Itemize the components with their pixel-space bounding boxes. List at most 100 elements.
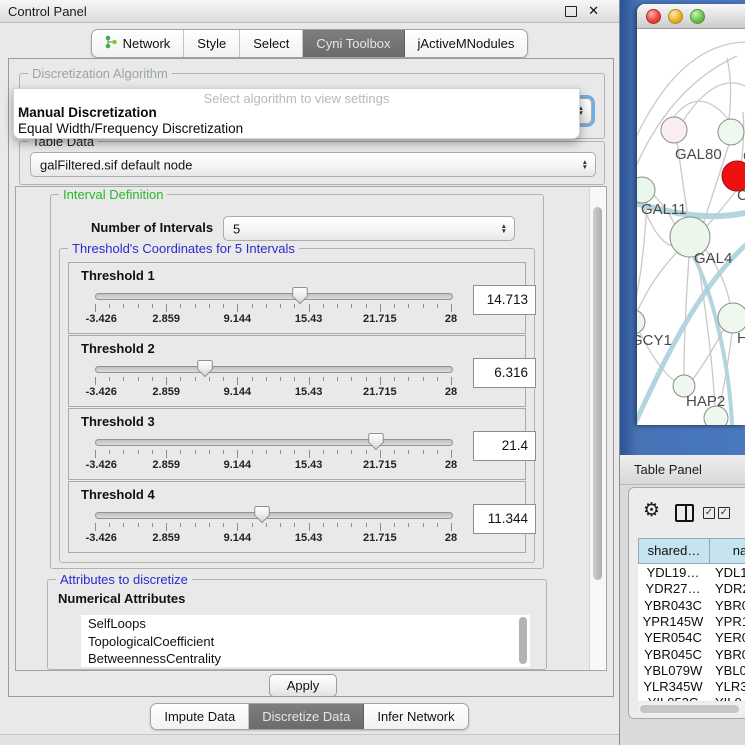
attribute-item-selfloops[interactable]: SelfLoops — [81, 615, 517, 633]
close-icon[interactable]: ✕ — [588, 3, 599, 19]
slider-thumb[interactable] — [197, 359, 213, 378]
checkbox-icon[interactable]: ✓ — [703, 507, 715, 519]
table-row[interactable]: YDR27…YDR2 — [638, 581, 745, 597]
table-row[interactable]: YBR045CYBR0 — [638, 647, 745, 663]
threshold-label: Threshold 3 — [81, 414, 155, 429]
tab-style[interactable]: Style — [184, 30, 240, 57]
tab-jactivemnodules[interactable]: jActiveMNodules — [405, 30, 528, 57]
float-window-icon[interactable] — [565, 6, 577, 17]
cell-shared-name: YBR043C — [638, 598, 708, 613]
network-edge[interactable] — [727, 58, 731, 119]
table-row[interactable]: YLR345WYLR3 — [638, 679, 745, 695]
threshold-value-field[interactable]: 6.316 — [473, 358, 536, 388]
major-tick — [237, 523, 238, 531]
network-node[interactable] — [637, 177, 655, 203]
table-horizontal-scrollbar[interactable] — [638, 703, 745, 714]
network-canvas[interactable]: GAL80GACGAL11GAL4GCY1HHAP2 — [637, 28, 745, 425]
slider-thumb[interactable] — [292, 286, 308, 305]
group-title-interval-definition: Interval Definition — [59, 187, 167, 202]
settings-scrollbar-thumb[interactable] — [593, 207, 602, 580]
minor-tick — [123, 304, 124, 308]
network-node[interactable] — [661, 117, 687, 143]
control-panel-titlebar: Control Panel ✕ — [0, 0, 619, 23]
minor-tick — [408, 450, 409, 454]
algorithm-hint-option[interactable]: Select algorithm to view settings — [14, 91, 579, 106]
tab-discretize-data[interactable]: Discretize Data — [249, 704, 364, 729]
table-row[interactable]: YDL19…YDL1 — [638, 565, 745, 581]
minor-tick — [138, 450, 139, 454]
algorithm-option-equal-width[interactable]: Equal Width/Frequency Discretization — [18, 121, 243, 136]
threshold-value-field[interactable]: 21.4 — [473, 431, 536, 461]
tab-label: Style — [197, 36, 226, 51]
table-row[interactable]: YPR145WYPR1 — [638, 614, 745, 630]
minor-tick — [394, 377, 395, 381]
network-node[interactable] — [637, 310, 645, 334]
scale-label: -3.426 — [86, 459, 117, 471]
slider-thumb[interactable] — [368, 432, 384, 451]
table-row[interactable]: YBL079WYBL0 — [638, 663, 745, 679]
attributes-scrollbar[interactable] — [517, 615, 530, 667]
table-panel-window: ⚙ ✓ ✓ shared…na YDL19…YDL1YDR27…YDR2YBR0… — [628, 487, 745, 719]
scale-label: 9.144 — [224, 386, 252, 398]
network-edge[interactable] — [674, 101, 729, 120]
network-node[interactable] — [718, 119, 744, 145]
interval-definition-group: Interval Definition Number of Intervals … — [50, 194, 544, 569]
scale-label: 9.144 — [224, 459, 252, 471]
gear-icon[interactable]: ⚙ — [643, 499, 660, 522]
apply-button[interactable]: Apply — [269, 674, 337, 697]
network-edge[interactable] — [707, 191, 736, 226]
close-traffic-light-icon[interactable] — [646, 9, 661, 24]
network-icon — [105, 35, 118, 52]
cell-shared-name: YBR045C — [638, 647, 708, 662]
threshold-value-field[interactable]: 14.713 — [473, 285, 536, 315]
number-of-intervals-select[interactable]: 5 ▲▼ — [223, 216, 515, 241]
table-row[interactable]: YIL052CYIL0 — [638, 695, 745, 701]
attributes-scrollbar-thumb[interactable] — [519, 617, 527, 664]
tab-cyni-toolbox[interactable]: Cyni Toolbox — [303, 30, 404, 57]
stepper-arrows-icon: ▲▼ — [582, 160, 588, 170]
major-tick — [380, 450, 381, 458]
attribute-item-betweennesscentrality[interactable]: BetweennessCentrality — [81, 650, 517, 667]
tab-impute-data[interactable]: Impute Data — [151, 704, 249, 729]
slider-track[interactable] — [95, 293, 453, 300]
column-header-na[interactable]: na — [709, 538, 745, 564]
tab-label: Network — [123, 36, 171, 51]
minor-tick — [266, 377, 267, 381]
network-node[interactable] — [718, 303, 745, 333]
minor-tick — [223, 377, 224, 381]
table-row[interactable]: YER054CYER0 — [638, 630, 745, 646]
slider-track[interactable] — [95, 439, 453, 446]
slider-track[interactable] — [95, 512, 453, 519]
major-tick — [237, 450, 238, 458]
node-table[interactable]: shared…na YDL19…YDL1YDR27…YDR2YBR043CYBR… — [638, 538, 745, 701]
zoom-traffic-light-icon[interactable] — [690, 9, 705, 24]
slider-thumb[interactable] — [254, 505, 270, 524]
threshold-value-field[interactable]: 11.344 — [473, 504, 536, 534]
tab-infer-network[interactable]: Infer Network — [364, 704, 467, 729]
settings-vertical-scrollbar[interactable] — [589, 187, 606, 670]
algorithm-option-manual[interactable]: Manual Discretization — [18, 105, 157, 120]
major-tick — [309, 377, 310, 385]
slider-track[interactable] — [95, 366, 453, 373]
network-window-titlebar — [637, 4, 745, 29]
minimize-traffic-light-icon[interactable] — [668, 9, 683, 24]
tab-network[interactable]: Network — [92, 30, 185, 57]
control-panel-window: Control Panel ✕ Network Style SelectCyni T… — [0, 0, 620, 745]
tab-select[interactable]: Select — [240, 30, 303, 57]
cell-name: YBR0 — [715, 598, 745, 613]
table-data-select[interactable]: galFiltered.sif default node ▲▼ — [30, 152, 596, 177]
minor-tick — [337, 450, 338, 454]
major-tick — [451, 523, 452, 531]
checkbox-icon[interactable]: ✓ — [718, 507, 730, 519]
table-scrollbar-thumb[interactable] — [640, 705, 739, 713]
minor-tick — [366, 304, 367, 308]
cell-shared-name: YBL079W — [638, 663, 708, 678]
scale-label: -3.426 — [86, 532, 117, 544]
network-node-label: H — [737, 330, 745, 347]
column-layout-icon[interactable] — [675, 504, 694, 522]
table-row[interactable]: YBR043C YBR0 — [638, 598, 745, 614]
numerical-attributes-list[interactable]: SelfLoopsTopologicalCoefficientBetweenne… — [81, 615, 517, 667]
network-edge[interactable] — [637, 252, 677, 312]
column-header-shared-[interactable]: shared… — [638, 538, 710, 564]
attribute-item-topologicalcoefficient[interactable]: TopologicalCoefficient — [81, 633, 517, 651]
